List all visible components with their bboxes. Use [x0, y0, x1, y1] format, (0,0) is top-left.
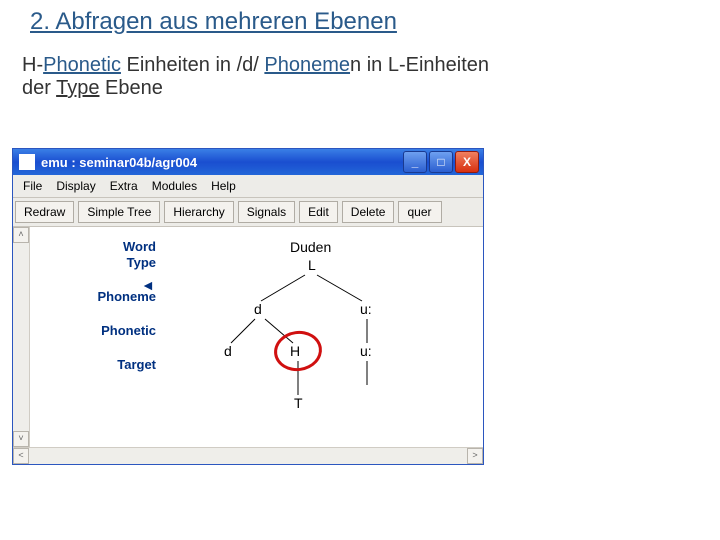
tier-word-type: WordType	[36, 239, 156, 271]
menubar: File Display Extra Modules Help	[13, 175, 483, 198]
close-button[interactable]: X	[455, 151, 479, 173]
tier-target: Target	[36, 357, 156, 373]
redraw-button[interactable]: Redraw	[15, 201, 74, 223]
node-phoneme-u[interactable]: u:	[360, 301, 372, 317]
maximize-button[interactable]: □	[429, 151, 453, 173]
node-type-l[interactable]: L	[308, 257, 316, 273]
app-window: emu : seminar04b/agr004 _ □ X File Displ…	[12, 148, 484, 465]
node-target-t[interactable]: T	[294, 395, 303, 411]
signals-button[interactable]: Signals	[238, 201, 295, 223]
horizontal-scrollbar[interactable]: < >	[13, 447, 483, 464]
menu-help[interactable]: Help	[211, 179, 236, 193]
tier-phoneme: Phoneme	[36, 289, 156, 305]
query-button[interactable]: quer	[398, 201, 442, 223]
hierarchy-button[interactable]: Hierarchy	[164, 201, 233, 223]
workarea: ˄ ˅ WordType Phoneme Phonetic Target ◄ D…	[13, 227, 483, 447]
menu-modules[interactable]: Modules	[152, 179, 197, 193]
app-icon	[19, 154, 35, 170]
vertical-scrollbar[interactable]: ˄ ˅	[13, 227, 30, 447]
toolbar: Redraw Simple Tree Hierarchy Signals Edi…	[13, 198, 483, 227]
node-phoneme-d[interactable]: d	[254, 301, 262, 317]
menu-file[interactable]: File	[23, 179, 42, 193]
menu-display[interactable]: Display	[56, 179, 95, 193]
tree-graph: Duden L d u: d H u: T	[162, 227, 483, 447]
tier-labels: WordType Phoneme Phonetic Target	[30, 227, 162, 447]
node-phonetic-u[interactable]: u:	[360, 343, 372, 359]
edit-button[interactable]: Edit	[299, 201, 338, 223]
tier-phonetic: Phonetic	[36, 323, 156, 339]
simple-tree-button[interactable]: Simple Tree	[78, 201, 160, 223]
node-duden[interactable]: Duden	[290, 239, 331, 255]
scroll-right-icon[interactable]: >	[467, 448, 483, 464]
window-title: emu : seminar04b/agr004	[41, 155, 403, 170]
page-title: 2. Abfragen aus mehreren Ebenen	[0, 0, 720, 44]
titlebar[interactable]: emu : seminar04b/agr004 _ □ X	[13, 149, 483, 175]
scroll-left-icon[interactable]: <	[13, 448, 29, 464]
marker-icon: ◄	[141, 277, 155, 293]
delete-button[interactable]: Delete	[342, 201, 395, 223]
minimize-button[interactable]: _	[403, 151, 427, 173]
scroll-down-icon[interactable]: ˅	[13, 431, 29, 447]
tree-lines	[162, 227, 483, 447]
node-phonetic-d[interactable]: d	[224, 343, 232, 359]
slide-text: H-Phonetic Einheiten in /d/ Phonemen in …	[0, 44, 720, 106]
scroll-up-icon[interactable]: ˄	[13, 227, 29, 243]
menu-extra[interactable]: Extra	[110, 179, 138, 193]
